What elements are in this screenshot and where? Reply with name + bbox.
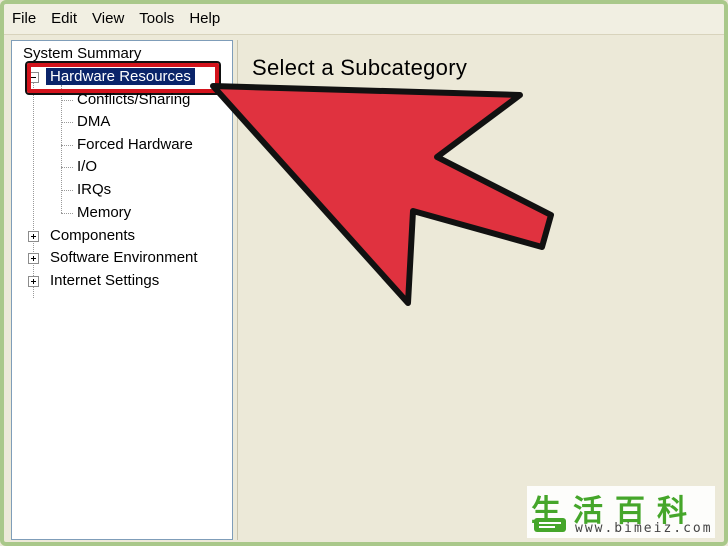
pointer-arrow-icon bbox=[210, 83, 554, 306]
watermark: 生活百科 www.bimeiz.com bbox=[527, 486, 715, 538]
arrow-shape bbox=[210, 83, 554, 306]
watermark-url: www.bimeiz.com bbox=[575, 521, 713, 536]
watermark-logo-icon bbox=[534, 518, 566, 532]
